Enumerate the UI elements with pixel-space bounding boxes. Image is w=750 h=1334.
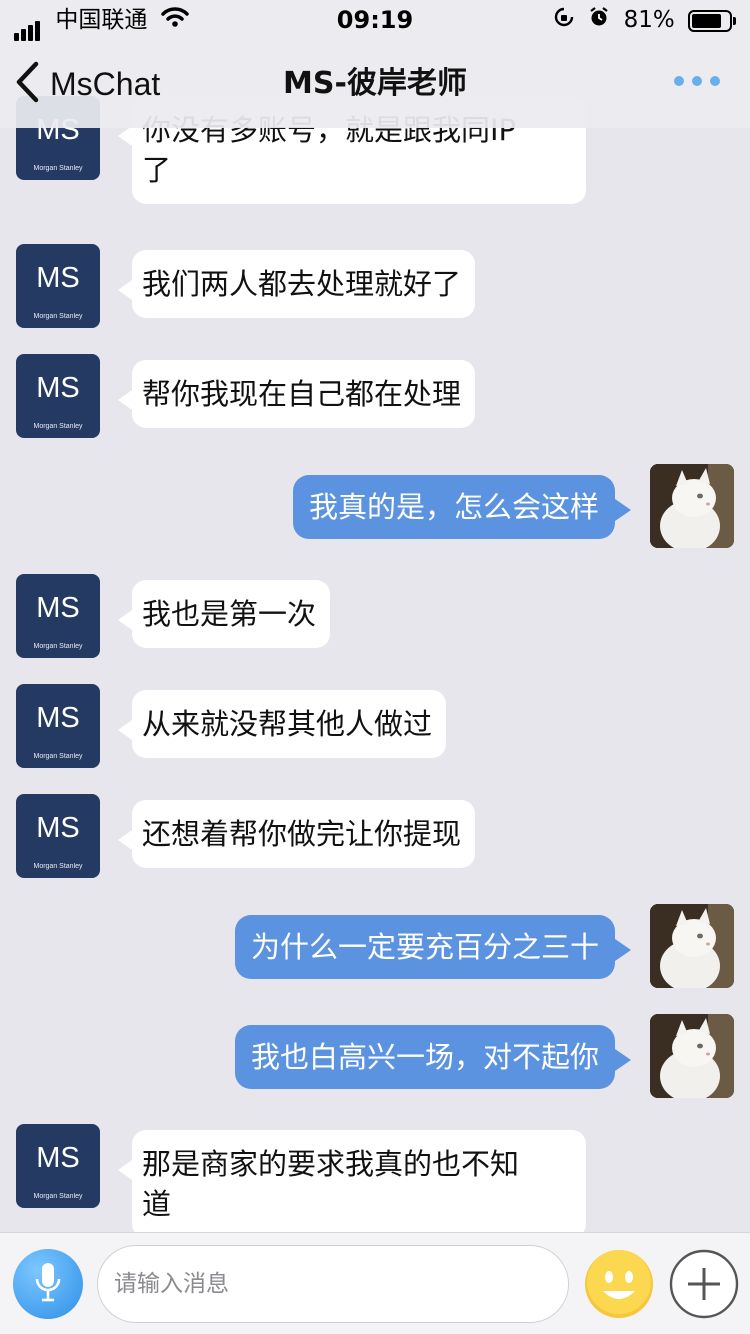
ms-avatar[interactable]: MS Morgan Stanley: [16, 244, 100, 328]
avatar-subtext: Morgan Stanley: [33, 863, 83, 870]
status-bar-right: 81%: [553, 0, 736, 40]
page-title: MS-彼岸老师: [283, 66, 467, 101]
ms-avatar[interactable]: MS Morgan Stanley: [16, 684, 100, 768]
ms-avatar[interactable]: MS Morgan Stanley: [16, 1124, 100, 1208]
ms-avatar[interactable]: MS Morgan Stanley: [16, 574, 100, 658]
outgoing-message-bubble[interactable]: 我也白高兴一场，对不起你: [234, 1025, 632, 1089]
battery-percent: 81%: [623, 7, 675, 33]
more-dots-icon[interactable]: [674, 76, 720, 86]
incoming-message-bubble[interactable]: 帮你我现在自己都在处理: [117, 360, 476, 428]
battery-icon: [688, 1, 736, 41]
smiley-icon: [585, 1250, 653, 1318]
outgoing-message-bubble[interactable]: 我真的是，怎么会这样: [292, 475, 632, 539]
avatar-text: MS: [36, 262, 80, 294]
navigation-header: 中国联通 09:19 81% MsChat MS-彼岸老师: [0, 0, 750, 128]
avatar-subtext: Morgan Stanley: [33, 165, 83, 172]
avatar-subtext: Morgan Stanley: [33, 313, 83, 320]
avatar-text: MS: [36, 1142, 80, 1174]
ms-avatar[interactable]: MS Morgan Stanley: [16, 354, 100, 438]
incoming-message-bubble[interactable]: 还想着帮你做完让你提现: [117, 800, 476, 868]
user-cat-avatar[interactable]: [650, 464, 734, 548]
plus-button[interactable]: [669, 1249, 739, 1319]
alarm-icon: [588, 1, 610, 41]
rotation-lock-icon: [553, 1, 575, 41]
message-input-bar: [0, 1232, 750, 1334]
avatar-subtext: Morgan Stanley: [33, 423, 83, 430]
message-input[interactable]: [97, 1245, 569, 1323]
user-cat-avatar[interactable]: [650, 904, 734, 988]
avatar-text: MS: [36, 372, 80, 404]
incoming-message-bubble[interactable]: 我们两人都去处理就好了: [117, 250, 476, 318]
incoming-message-bubble[interactable]: 从来就没帮其他人做过: [117, 690, 447, 758]
voice-button[interactable]: [13, 1249, 83, 1319]
plus-icon: [669, 1249, 739, 1319]
avatar-subtext: Morgan Stanley: [33, 643, 83, 650]
user-cat-avatar[interactable]: [650, 1014, 734, 1098]
avatar-text: MS: [36, 702, 80, 734]
incoming-message-bubble[interactable]: 我也是第一次: [117, 580, 331, 648]
incoming-message-bubble[interactable]: 那是商家的要求我真的也不知 道: [118, 1130, 586, 1232]
avatar-subtext: Morgan Stanley: [33, 753, 83, 760]
battery-fill: [692, 14, 721, 28]
outgoing-message-bubble[interactable]: 为什么一定要充百分之三十: [234, 915, 632, 979]
chat-message-list[interactable]: MS Morgan Stanley 你没有多账号，就是跟我同IP 了 MS Mo…: [0, 0, 750, 1232]
avatar-subtext: Morgan Stanley: [33, 1193, 83, 1200]
avatar-text: MS: [36, 812, 80, 844]
ms-avatar[interactable]: MS Morgan Stanley: [16, 794, 100, 878]
avatar-text: MS: [36, 592, 80, 624]
emoji-button[interactable]: [584, 1249, 654, 1319]
microphone-icon: [33, 1261, 63, 1307]
